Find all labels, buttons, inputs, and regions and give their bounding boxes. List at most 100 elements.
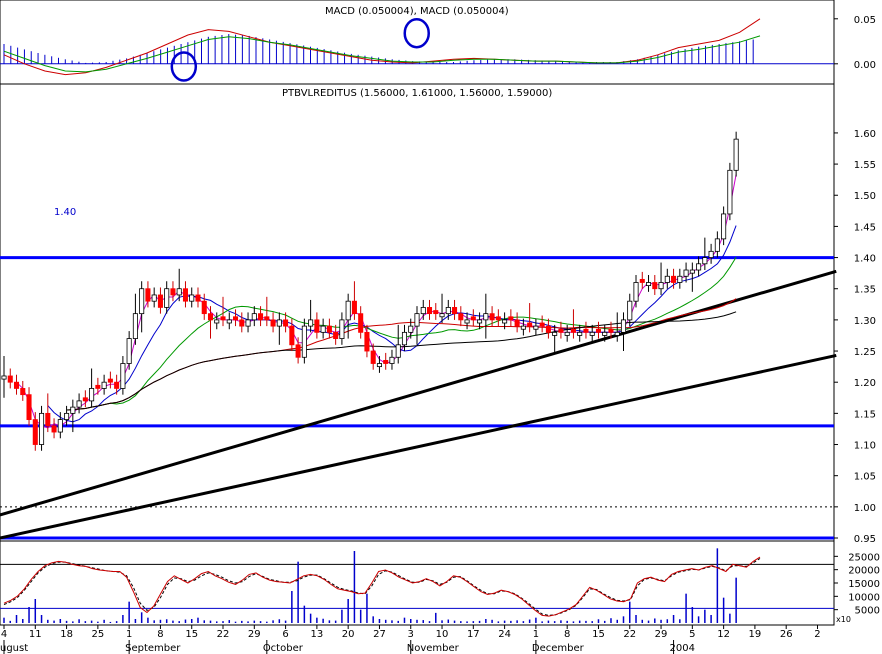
candle-body	[82, 397, 88, 402]
candle-body	[545, 325, 551, 333]
candle-body	[283, 319, 289, 327]
x-tick-label: 1	[126, 629, 132, 640]
candle-body	[627, 300, 633, 321]
candle-body	[233, 316, 239, 321]
x-tick-label: 20	[342, 629, 355, 640]
month-label: November	[407, 643, 460, 654]
candle-body	[552, 331, 558, 336]
moving-average-line	[47, 225, 737, 423]
candle-body	[558, 328, 564, 333]
candle-body	[258, 313, 264, 321]
price-y-tick-label: 1.15	[854, 409, 876, 420]
candle-body	[433, 310, 439, 315]
macd-line	[3, 35, 761, 73]
candle-body	[508, 316, 514, 321]
x-tick-label: 26	[780, 629, 793, 640]
candle-body	[239, 319, 245, 327]
candle-body	[176, 288, 182, 296]
candle-body	[445, 307, 451, 315]
candle-body	[727, 169, 733, 215]
candle-body	[564, 331, 570, 336]
candle-body	[126, 338, 132, 364]
x-tick-label: 27	[373, 629, 386, 640]
moving-average-line	[66, 298, 737, 411]
x-tick-label: 3	[408, 629, 414, 640]
candle-body	[101, 381, 107, 389]
candle-body	[577, 331, 583, 336]
candle-body	[45, 412, 51, 427]
highlight-circle	[403, 17, 430, 49]
price-y-tick-label: 1.60	[854, 129, 876, 140]
candle-body	[314, 319, 320, 333]
candle-body	[401, 331, 408, 346]
x-tick-label: 1	[533, 629, 539, 640]
candle-body	[602, 331, 608, 336]
price-y-tick-label: 1.50	[854, 191, 876, 202]
candle-body	[301, 325, 307, 358]
month-label: ugust	[0, 643, 28, 654]
candle-body	[114, 381, 120, 389]
candle-body	[395, 344, 401, 358]
volume-y-tick-label: 20000	[848, 566, 880, 577]
volume-y-tick-label: 5000	[855, 606, 880, 617]
axis-layer: 1.60 1.55 1.50 1.45 1.40 1.35 1.30 1.25 1.20 1.15…	[0, 15, 880, 654]
volume-multiplier: x10	[836, 615, 851, 624]
candle-body	[295, 344, 301, 358]
price-title: PTBVLREDITUS (1.56000, 1.61000, 1.56000,…	[282, 88, 552, 99]
candle-body	[289, 325, 295, 346]
candle-body	[276, 319, 282, 327]
candle-body	[502, 319, 508, 324]
candle-body	[326, 325, 332, 333]
x-tick-label: 17	[467, 629, 480, 640]
candle-body	[351, 300, 357, 315]
candle-body	[1, 375, 7, 380]
candle-body	[358, 313, 364, 333]
candle-body	[595, 328, 601, 333]
candle-body	[583, 328, 589, 333]
candle-body	[220, 316, 226, 321]
stochastic-signal-line	[3, 558, 761, 616]
price-y-tick-label: 1.20	[854, 378, 876, 389]
candle-body	[589, 331, 595, 336]
candle-body	[570, 328, 576, 333]
candle-body	[95, 384, 101, 389]
candle-body	[408, 325, 414, 333]
candle-body	[439, 313, 445, 318]
candle-body	[145, 288, 151, 302]
x-tick-label: 22	[217, 629, 230, 640]
x-tick-label: 29	[655, 629, 668, 640]
candle-body	[7, 375, 13, 383]
candle-body	[70, 406, 76, 414]
x-tick-label: 24	[498, 629, 511, 640]
price-y-tick-label: 0.95	[854, 534, 876, 545]
x-tick-label: 29	[248, 629, 261, 640]
price-y-tick-label: 1.05	[854, 472, 876, 483]
candle-body	[620, 319, 627, 333]
candle-body	[733, 138, 739, 171]
candle-body	[708, 250, 714, 258]
candle-body	[683, 269, 689, 277]
candle-body	[333, 331, 339, 339]
x-tick-label: 10	[436, 629, 449, 640]
candle-body	[671, 275, 677, 283]
candle-body	[345, 300, 351, 321]
x-tick-label: 8	[157, 629, 163, 640]
month-label: September	[125, 643, 181, 654]
candle-body	[689, 269, 695, 274]
candle-body	[376, 363, 382, 368]
price-y-tick-label: 1.55	[854, 160, 876, 171]
volume-y-tick-label: 10000	[848, 592, 880, 603]
candle-body	[452, 307, 458, 315]
candle-body	[420, 307, 426, 315]
candle-body	[652, 282, 658, 290]
x-tick-label: 15	[592, 629, 605, 640]
candle-body	[414, 313, 420, 327]
stock-chart: 1.60 1.55 1.50 1.45 1.40 1.35 1.30 1.25 1.20 1.15…	[0, 0, 880, 654]
candle-body	[539, 322, 545, 327]
x-tick-label: 4	[1, 629, 7, 640]
candle-body	[320, 325, 326, 333]
trend-line	[0, 269, 837, 517]
candle-body	[458, 313, 464, 321]
candle-body	[514, 319, 520, 327]
x-tick-label: 15	[185, 629, 198, 640]
